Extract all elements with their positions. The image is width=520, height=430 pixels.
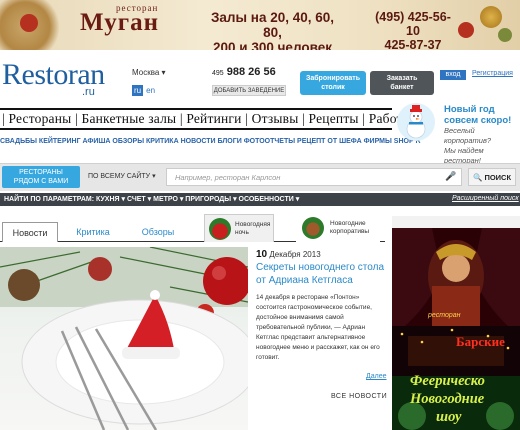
banner-halls-line: Залы на 20, 40, 60, 80, bbox=[210, 10, 335, 40]
article-photo[interactable] bbox=[0, 247, 248, 430]
search-scope-select[interactable]: ПО ВСЕМУ САЙТУ ▾ bbox=[88, 170, 166, 184]
promo-title-line: Новый год bbox=[444, 104, 495, 115]
tab-reviews[interactable]: Обзоры bbox=[130, 222, 186, 242]
banner-brand: Муган bbox=[80, 9, 160, 36]
microphone-icon[interactable]: 🎤 bbox=[445, 171, 456, 182]
nav-divider bbox=[0, 108, 392, 110]
phone-prefix: 495 bbox=[212, 70, 224, 77]
article-title[interactable]: Секреты новогоднего стола от Адриана Кет… bbox=[256, 261, 386, 287]
advanced-search-link[interactable]: Расширенный поиск bbox=[452, 195, 519, 202]
site-phone: 495 988 26 56 bbox=[212, 66, 276, 78]
search-input[interactable]: Например, ресторан Карлсон bbox=[166, 168, 462, 186]
reindeer-icon bbox=[302, 217, 324, 239]
ornament-icon bbox=[20, 14, 38, 32]
banner-phone-line: 425-87-37 bbox=[384, 38, 442, 50]
page: ресторан Муган Залы на 20, 40, 60, 80, 2… bbox=[0, 0, 520, 430]
nearby-label: РЯДОМ С ВАМИ bbox=[13, 178, 69, 185]
lang-en[interactable]: en bbox=[146, 86, 155, 95]
nearby-restaurants-button[interactable]: РЕСТОРАНЫ РЯДОМ С ВАМИ bbox=[2, 166, 80, 188]
lang-ru[interactable]: ru bbox=[132, 85, 144, 96]
more-link[interactable]: Далее bbox=[366, 373, 387, 380]
nav-divider bbox=[0, 128, 392, 130]
ornament-icon bbox=[498, 28, 512, 42]
banner-halls-text: Залы на 20, 40, 60, 80, 200 и 300 челове… bbox=[200, 10, 345, 50]
login-button[interactable]: вход bbox=[440, 70, 466, 80]
add-place-button[interactable]: ДОБАВИТЬ ЗАВЕДЕНИЕ bbox=[212, 85, 286, 96]
tab-new-year-corporate[interactable]: Новогодние корпоративы bbox=[296, 214, 380, 242]
phone-number: 988 26 56 bbox=[226, 66, 276, 78]
chevron-down-icon: ▾ bbox=[161, 68, 166, 77]
search-icon: 🔍 bbox=[473, 173, 483, 182]
promo-sub-line: Веселый корпоратив? bbox=[444, 126, 492, 145]
banner-phone: (495) 425-56-10 425-87-37 bbox=[374, 10, 452, 50]
main-nav[interactable]: | Рестораны | Банкетные залы | Рейтинги … bbox=[2, 111, 415, 127]
order-banquet-label: банкет bbox=[390, 84, 414, 91]
city-selector[interactable]: Москва ▾ bbox=[132, 68, 166, 77]
book-table-label: Забронировать bbox=[305, 75, 361, 82]
site-logo-suffix: .ru bbox=[82, 86, 95, 98]
article-month: Декабря 2013 bbox=[269, 250, 321, 259]
book-table-label: столик bbox=[321, 84, 345, 91]
nearby-label: РЕСТОРАНЫ bbox=[19, 169, 63, 176]
tab-critic[interactable]: Критика bbox=[68, 222, 118, 242]
banner-halls-line: 200 и 300 человек bbox=[213, 40, 332, 50]
snowman-icon[interactable] bbox=[396, 102, 436, 142]
ad-headline: Феерическо bbox=[410, 373, 485, 389]
ad-headline: Новогодние bbox=[410, 391, 485, 407]
tab-label: ночь bbox=[235, 229, 249, 236]
top-ad-banner[interactable]: ресторан Муган Залы на 20, 40, 60, 80, 2… bbox=[0, 0, 520, 50]
register-link[interactable]: Регистрация bbox=[472, 70, 513, 77]
ad-restaurant-name: Барские bbox=[456, 334, 505, 349]
article-text: 14 декабря в ресторане «Понтон» состоитс… bbox=[256, 294, 380, 361]
search-button-label: ПОИСК bbox=[484, 173, 512, 182]
promo-title-line: совсем скоро! bbox=[444, 115, 512, 126]
santa-icon bbox=[209, 218, 231, 240]
promo-subtitle: Веселый корпоратив? Мы найдем ресторан! bbox=[444, 126, 520, 166]
ornament-icon bbox=[458, 22, 474, 38]
ornament-icon bbox=[480, 6, 502, 28]
article-day: 10 bbox=[256, 249, 268, 260]
promo-title[interactable]: Новый год совсем скоро! bbox=[444, 104, 511, 126]
book-table-button[interactable]: Забронировать столик bbox=[300, 71, 366, 95]
ad-label: ресторан bbox=[428, 312, 461, 319]
all-news-link[interactable]: ВСЕ НОВОСТИ bbox=[331, 393, 387, 400]
tab-label: Новогодние bbox=[330, 220, 366, 227]
order-banquet-label: Заказать bbox=[386, 75, 418, 82]
search-button[interactable]: 🔍 ПОИСК bbox=[468, 168, 516, 186]
banner-phone-line: (495) 425-56-10 bbox=[375, 10, 451, 38]
article-date: 10 Декабря 2013 bbox=[256, 249, 321, 260]
tab-new-year-night[interactable]: Новогодняя ночь bbox=[204, 214, 274, 242]
tab-label: корпоративы bbox=[330, 228, 370, 235]
ad-headline: шоу bbox=[436, 409, 462, 425]
language-switch: ru en bbox=[132, 85, 155, 96]
city-label: Москва bbox=[132, 68, 160, 77]
sub-nav[interactable]: СВАДЬБЫ КЕЙТЕРИНГ АФИША ОБЗОРЫ КРИТИКА Н… bbox=[0, 138, 421, 145]
tab-label: Новогодняя bbox=[235, 221, 271, 228]
tab-news[interactable]: Новости bbox=[2, 222, 58, 242]
param-filters[interactable]: НАЙТИ ПО ПАРАМЕТРАМ: КУХНЯ ▾ СЧЕТ ▾ МЕТР… bbox=[4, 195, 299, 203]
order-banquet-button[interactable]: Заказать банкет bbox=[370, 71, 434, 95]
